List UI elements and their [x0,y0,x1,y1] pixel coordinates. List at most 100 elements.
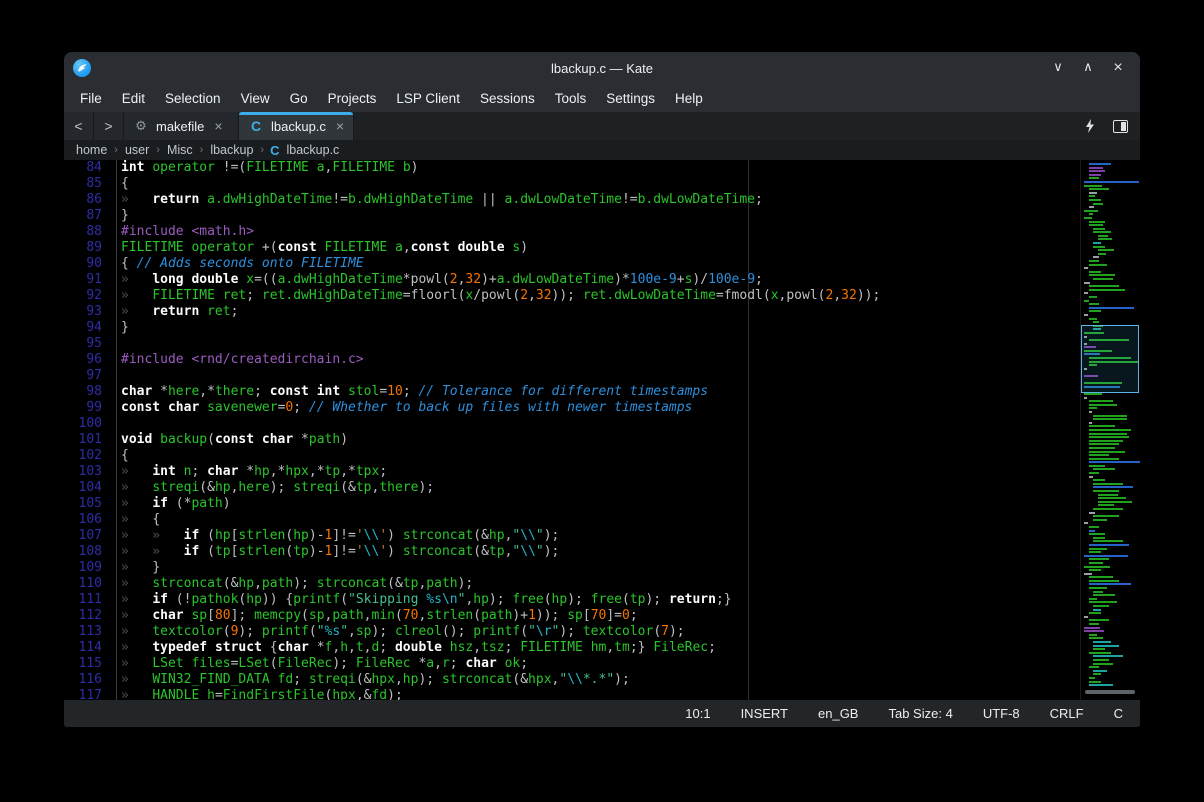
menu-view[interactable]: View [231,87,280,110]
code-line[interactable]: 116» WIN32_FIND_DATA fd; streqi(&hpx,hp)… [64,672,1080,688]
line-number: 110 [64,576,117,592]
menu-lsp-client[interactable]: LSP Client [386,87,470,110]
split-view-icon[interactable] [1113,120,1128,133]
code-line[interactable]: 112» char sp[80]; memcpy(sp,path,min(70,… [64,608,1080,624]
line-number: 90 [64,256,117,272]
line-number: 115 [64,656,117,672]
code-text: #include <rnd/createdirchain.c> [117,352,364,368]
code-line[interactable]: 88#include <math.h> [64,224,1080,240]
code-text: » return ret; [117,304,238,320]
code-line[interactable]: 97 [64,368,1080,384]
code-line[interactable]: 108» » if (tp[strlen(tp)-1]!='\\') strco… [64,544,1080,560]
menu-go[interactable]: Go [280,87,318,110]
code-line[interactable]: 100 [64,416,1080,432]
breadcrumb-separator-icon: › [256,144,268,156]
code-line[interactable]: 102{ [64,448,1080,464]
code-line[interactable]: 113» textcolor(9); printf("%s",sp); clre… [64,624,1080,640]
breadcrumb-home[interactable]: home [73,143,110,157]
code-text: FILETIME operator +(const FILETIME a,con… [117,240,528,256]
breadcrumb-lbackup[interactable]: lbackup [207,143,256,157]
code-line[interactable]: 109» } [64,560,1080,576]
editor-view[interactable]: 84int operator !=(FILETIME a,FILETIME b)… [64,160,1140,700]
status-syntax-mode[interactable]: C [1099,706,1140,721]
menu-sessions[interactable]: Sessions [470,87,545,110]
status-dictionary[interactable]: en_GB [803,706,873,721]
code-text: char *here,*there; const int stol=10; //… [117,384,708,400]
code-text: void backup(const char *path) [117,432,348,448]
title-bar[interactable]: lbackup.c — Kate ∨ ∧ × [64,52,1140,84]
line-number: 107 [64,528,117,544]
code-line[interactable]: 115» LSet files=LSet(FileRec); FileRec *… [64,656,1080,672]
code-line[interactable]: 99const char savenewer=0; // Whether to … [64,400,1080,416]
code-line[interactable]: 92» FILETIME ret; ret.dwHighDateTime=flo… [64,288,1080,304]
close-button[interactable]: × [1110,59,1126,77]
code-line[interactable]: 91» long double x=((a.dwHighDateTime*pow… [64,272,1080,288]
status-tab-size[interactable]: Tab Size: 4 [873,706,967,721]
nav-back-button[interactable]: < [64,112,94,140]
menu-tools[interactable]: Tools [545,87,597,110]
tab-makefile[interactable]: ⚙makefile× [124,112,239,140]
status-line-endings[interactable]: CRLF [1035,706,1099,721]
quick-open-icon[interactable] [1085,119,1095,133]
code-line[interactable]: 96#include <rnd/createdirchain.c> [64,352,1080,368]
line-number: 100 [64,416,117,432]
window-title: lbackup.c — Kate [64,61,1140,76]
code-line[interactable]: 111» if (!pathok(hp)) {printf("Skipping … [64,592,1080,608]
tab-close-icon[interactable]: × [336,118,344,134]
code-text: » if (*path) [117,496,231,512]
minimap-viewport-handle[interactable] [1081,325,1139,393]
code-line[interactable]: 110» strconcat(&hp,path); strconcat(&tp,… [64,576,1080,592]
status-cursor-position[interactable]: 10:1 [670,706,725,721]
code-line[interactable]: 94} [64,320,1080,336]
c-source-icon: C [268,143,283,158]
code-line[interactable]: 90{ // Adds seconds onto FILETIME [64,256,1080,272]
code-line[interactable]: 105» if (*path) [64,496,1080,512]
code-text: » int n; char *hp,*hpx,*tp,*tpx; [117,464,387,480]
breadcrumb-separator-icon: › [152,144,164,156]
code-line[interactable]: 104» streqi(&hp,here); streqi(&tp,there)… [64,480,1080,496]
status-encoding[interactable]: UTF-8 [968,706,1035,721]
menu-projects[interactable]: Projects [318,87,387,110]
code-line[interactable]: 84int operator !=(FILETIME a,FILETIME b) [64,160,1080,176]
breadcrumb-file[interactable]: lbackup.c [283,143,342,157]
minimap-grip [1085,690,1135,694]
code-line[interactable]: 101void backup(const char *path) [64,432,1080,448]
line-number: 84 [64,160,117,176]
menu-selection[interactable]: Selection [155,87,231,110]
code-text: » streqi(&hp,here); streqi(&tp,there); [117,480,434,496]
menu-edit[interactable]: Edit [112,87,155,110]
code-line[interactable]: 114» typedef struct {char *f,h,t,d; doub… [64,640,1080,656]
code-line[interactable]: 106» { [64,512,1080,528]
maximize-button[interactable]: ∧ [1080,59,1096,77]
status-insert-mode[interactable]: INSERT [726,706,803,721]
breadcrumb-Misc[interactable]: Misc [164,143,196,157]
menu-file[interactable]: File [70,87,112,110]
code-line[interactable]: 93» return ret; [64,304,1080,320]
scrollbar-minimap[interactable] [1080,160,1139,700]
tab-lbackup-c[interactable]: Clbackup.c× [239,112,354,140]
minimize-button[interactable]: ∨ [1050,59,1066,77]
line-number: 108 [64,544,117,560]
breadcrumb-user[interactable]: user [122,143,152,157]
menu-help[interactable]: Help [665,87,713,110]
line-number: 95 [64,336,117,352]
code-line[interactable]: 85{ [64,176,1080,192]
code-line[interactable]: 87} [64,208,1080,224]
code-text [117,416,121,432]
code-line[interactable]: 86» return a.dwHighDateTime!=b.dwHighDat… [64,192,1080,208]
line-number: 101 [64,432,117,448]
code-line[interactable]: 98char *here,*there; const int stol=10; … [64,384,1080,400]
code-line[interactable]: 117» HANDLE h=FindFirstFile(hpx,&fd); [64,688,1080,700]
breadcrumb: home›user›Misc›lbackup›Clbackup.c [64,140,1140,160]
nav-forward-button[interactable]: > [94,112,124,140]
code-text: » { [117,512,160,528]
code-line[interactable]: 103» int n; char *hp,*hpx,*tp,*tpx; [64,464,1080,480]
code-line[interactable]: 89FILETIME operator +(const FILETIME a,c… [64,240,1080,256]
code-line[interactable]: 95 [64,336,1080,352]
code-area[interactable]: 84int operator !=(FILETIME a,FILETIME b)… [64,160,1080,700]
menu-settings[interactable]: Settings [596,87,665,110]
breadcrumb-separator-icon: › [196,144,208,156]
tab-close-icon[interactable]: × [214,118,222,134]
code-line[interactable]: 107» » if (hp[strlen(hp)-1]!='\\') strco… [64,528,1080,544]
line-number: 93 [64,304,117,320]
